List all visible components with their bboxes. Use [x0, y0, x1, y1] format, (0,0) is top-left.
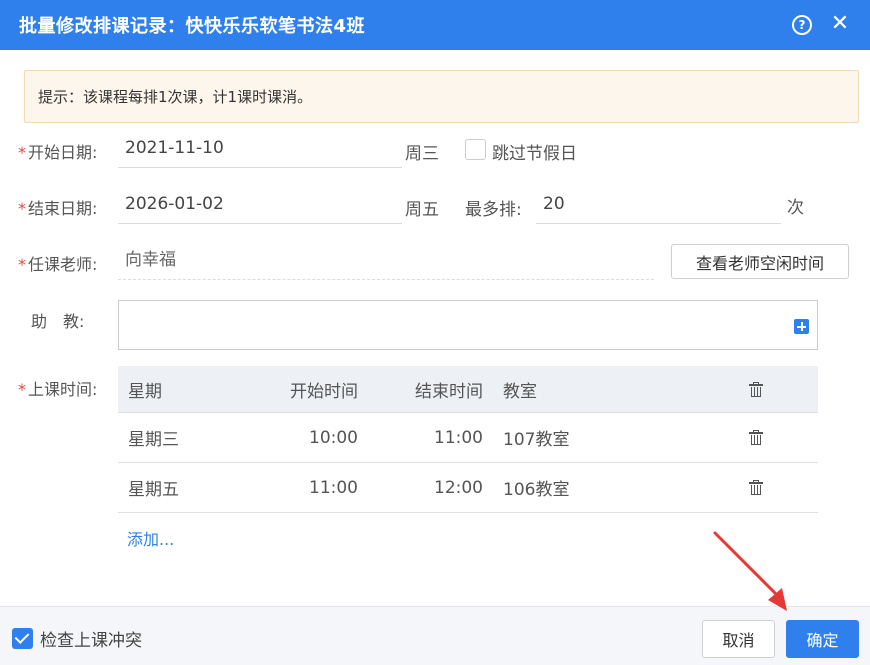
skip-holiday-checkbox[interactable] — [465, 139, 486, 160]
delete-all-icon[interactable] — [748, 366, 764, 412]
delete-row-icon[interactable] — [748, 413, 764, 462]
batch-edit-dialog: 批量修改排课记录：快快乐乐软笔书法4班 ? ✕ 提示：该课程每排1次课，计1课时… — [0, 0, 870, 665]
max-sessions-label: 最多排: — [465, 200, 522, 220]
help-icon[interactable]: ? — [792, 15, 812, 35]
row-week: 星期五 — [128, 480, 179, 500]
teacher-label-text: 任课老师: — [28, 255, 98, 274]
end-date-label: * 结束日期: — [18, 195, 97, 219]
tip-banner: 提示：该课程每排1次课，计1课时课消。 — [24, 70, 859, 123]
dialog-title: 批量修改排课记录：快快乐乐软笔书法4班 — [19, 16, 366, 37]
dialog-titlebar: 批量修改排课记录：快快乐乐软笔书法4班 ? ✕ — [0, 0, 870, 50]
add-assistant-icon[interactable] — [794, 319, 809, 334]
row-end-time: 12:00 — [434, 477, 483, 498]
check-conflict-label: 检查上课冲突 — [40, 631, 142, 651]
cancel-button[interactable]: 取消 — [702, 620, 775, 658]
check-conflict-checkbox[interactable] — [12, 628, 33, 649]
required-mark: * — [18, 255, 26, 274]
required-mark: * — [18, 380, 26, 399]
row-start-time: 11:00 — [309, 477, 358, 498]
schedule-table: 星期 开始时间 结束时间 教室 星期三 10:00 11:00 107教室 星期… — [118, 366, 818, 513]
header-week: 星期 — [128, 381, 162, 402]
start-weekday: 周三 — [405, 144, 439, 164]
max-sessions-input[interactable]: 20 — [536, 186, 781, 224]
view-teacher-free-time-button[interactable]: 查看老师空闲时间 — [671, 244, 849, 279]
close-icon[interactable]: ✕ — [829, 12, 851, 36]
table-row[interactable]: 星期三 10:00 11:00 107教室 — [118, 413, 818, 463]
start-date-input[interactable]: 2021-11-10 — [118, 130, 402, 168]
add-schedule-link[interactable]: 添加... — [127, 526, 174, 550]
row-end-time: 11:00 — [434, 427, 483, 448]
end-weekday: 周五 — [405, 200, 439, 220]
max-sessions-unit: 次 — [787, 198, 804, 218]
assistant-label: 助 教: — [31, 312, 85, 331]
skip-holiday-label: 跳过节假日 — [492, 144, 577, 164]
end-date-label-text: 结束日期: — [28, 199, 98, 218]
teacher-select[interactable]: 向幸福 — [118, 242, 654, 280]
teacher-label: * 任课老师: — [18, 251, 97, 275]
table-row[interactable]: 星期五 11:00 12:00 106教室 — [118, 463, 818, 513]
required-mark: * — [18, 199, 26, 218]
row-room: 107教室 — [503, 430, 570, 450]
delete-row-icon[interactable] — [748, 463, 764, 512]
header-start-time: 开始时间 — [290, 381, 358, 402]
schedule-label: * 上课时间: — [18, 376, 97, 400]
header-room: 教室 — [503, 381, 537, 402]
row-room: 106教室 — [503, 480, 570, 500]
assistant-input[interactable] — [118, 300, 818, 350]
header-end-time: 结束时间 — [415, 381, 483, 402]
row-start-time: 10:00 — [309, 427, 358, 448]
row-week: 星期三 — [128, 430, 179, 450]
schedule-label-text: 上课时间: — [28, 380, 98, 399]
start-date-label: * 开始日期: — [18, 139, 97, 163]
end-date-input[interactable]: 2026-01-02 — [118, 186, 402, 224]
schedule-table-header: 星期 开始时间 结束时间 教室 — [118, 366, 818, 413]
confirm-button[interactable]: 确定 — [786, 620, 859, 658]
required-mark: * — [18, 143, 26, 162]
start-date-label-text: 开始日期: — [28, 143, 98, 162]
